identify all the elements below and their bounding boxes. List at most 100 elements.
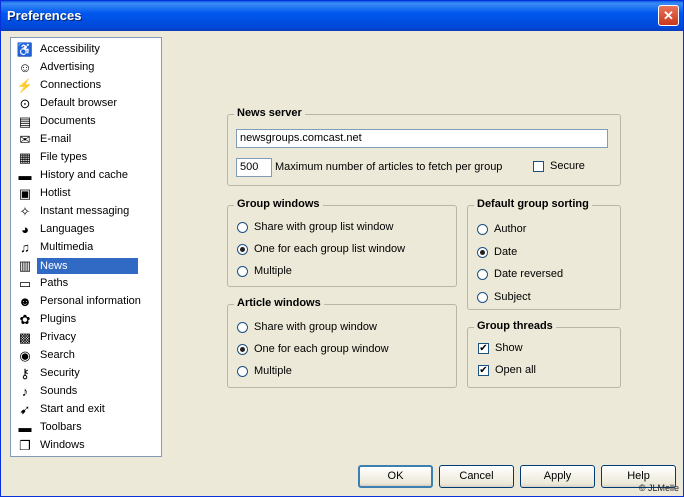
sidebar-item-label: Default browser — [40, 97, 118, 109]
close-button[interactable]: ✕ — [658, 5, 679, 26]
sidebar-item-default-browser[interactable]: ⊙ Default browser — [14, 95, 160, 113]
sidebar-item-sounds[interactable]: ♪ Sounds — [14, 383, 160, 401]
envelope-icon: ✉ — [19, 132, 31, 147]
group-windows-option-label[interactable]: Share with group list window — [254, 221, 393, 233]
document-icon: ▤ — [18, 114, 32, 129]
max-articles-input[interactable]: 500 — [236, 158, 272, 177]
open-all-label[interactable]: Open all — [495, 364, 536, 376]
sidebar-item-label: Multimedia — [40, 241, 94, 253]
news-server-input[interactable]: newsgroups.comcast.net — [236, 129, 608, 148]
hotlist-icon: ▣ — [18, 186, 32, 201]
window-title: Preferences — [7, 8, 82, 23]
sidebar-item-advertising[interactable]: ☺ Advertising — [14, 59, 160, 77]
sidebar-item-label: Advertising — [40, 61, 95, 73]
sidebar-item-label: E-mail — [40, 133, 72, 145]
open-all-checkbox[interactable]: ✔ — [478, 365, 489, 376]
sidebar-item-label: Privacy — [40, 331, 77, 343]
sidebar-item-privacy[interactable]: ▩ Privacy — [14, 329, 160, 347]
group-windows-group: Group windows Share with group list wind… — [227, 198, 457, 287]
disk-icon: ▬ — [18, 168, 32, 183]
messaging-icon: ✧ — [19, 204, 31, 219]
default-sorting-radio-2[interactable] — [477, 269, 488, 280]
plug-icon: ⚡ — [16, 78, 34, 93]
privacy-icon: ▩ — [18, 330, 32, 345]
group-threads-group: Group threads ✔ Show ✔ Open all — [467, 320, 621, 388]
show-threads-label[interactable]: Show — [495, 342, 523, 354]
ok-button[interactable]: OK — [358, 465, 433, 488]
article-windows-radio-0[interactable] — [237, 322, 248, 333]
article-windows-radio-1[interactable] — [237, 344, 248, 355]
sidebar-item-e-mail[interactable]: ✉ E-mail — [14, 131, 160, 149]
sidebar-item-label: File types — [40, 151, 88, 163]
preferences-category-list[interactable]: ♿ Accessibility ☺ Advertising ⚡ Connections ⊙ D… — [10, 37, 162, 457]
wheelchair-icon: ♿ — [16, 42, 34, 57]
sidebar-item-history-and-cache[interactable]: ▬ History and cache — [14, 167, 160, 185]
news-server-title: News server — [234, 107, 305, 119]
group-threads-title: Group threads — [474, 320, 556, 332]
multimedia-icon: ♫ — [20, 240, 30, 255]
sidebar-item-security[interactable]: ⚷ Security — [14, 365, 160, 383]
files-icon: ▦ — [18, 150, 32, 165]
key-icon: ⚷ — [20, 366, 30, 381]
default-sorting-radio-3[interactable] — [477, 291, 488, 303]
sidebar-item-paths[interactable]: ▭ Paths — [14, 275, 160, 293]
folder-icon: ▭ — [18, 276, 32, 291]
secure-label[interactable]: Secure — [550, 160, 585, 172]
sidebar-item-accessibility[interactable]: ♿ Accessibility — [14, 41, 160, 59]
default-sorting-option-label[interactable]: Subject — [494, 291, 531, 303]
apply-button[interactable]: Apply — [520, 465, 595, 488]
sidebar-item-label: Accessibility — [40, 43, 100, 55]
sidebar-item-hotlist[interactable]: ▣ Hotlist — [14, 185, 160, 203]
toolbar-icon: ▬ — [18, 420, 32, 435]
sidebar-item-label: News — [37, 258, 138, 274]
sidebar-item-personal-information[interactable]: ☻ Personal information — [14, 293, 160, 311]
show-threads-checkbox[interactable]: ✔ — [478, 343, 489, 354]
sidebar-item-windows[interactable]: ❐ Windows — [14, 437, 160, 455]
news-icon: ▥ — [18, 258, 32, 273]
smiley-icon: ☺ — [18, 60, 32, 75]
cancel-button[interactable]: Cancel — [439, 465, 514, 488]
default-sorting-option-label[interactable]: Date reversed — [494, 268, 563, 280]
sidebar-item-label: Connections — [40, 79, 102, 91]
default-sorting-option-label[interactable]: Author — [494, 223, 526, 235]
article-windows-radio-2[interactable] — [237, 366, 248, 377]
default-sorting-radio-1[interactable] — [477, 246, 488, 258]
secure-checkbox[interactable] — [533, 161, 544, 172]
sidebar-item-label: Languages — [40, 223, 95, 235]
article-windows-option-label[interactable]: Multiple — [254, 365, 292, 377]
person-icon: ☻ — [18, 294, 32, 309]
article-windows-option-label[interactable]: Share with group window — [254, 321, 377, 333]
start-exit-icon: ➹ — [19, 402, 31, 417]
group-windows-option-label[interactable]: One for each group list window — [254, 243, 405, 255]
sidebar-item-label: Start and exit — [40, 403, 105, 415]
sidebar-item-file-types[interactable]: ▦ File types — [14, 149, 160, 167]
sidebar-item-news[interactable]: ▥ News — [14, 257, 160, 275]
sidebar-item-multimedia[interactable]: ♫ Multimedia — [14, 239, 160, 257]
sidebar-item-label: Documents — [40, 115, 96, 127]
article-windows-option-label[interactable]: One for each group window — [254, 343, 389, 355]
default-sorting-radio-0[interactable] — [477, 224, 488, 235]
speaker-icon: ♪ — [21, 384, 29, 399]
group-windows-radio-2[interactable] — [237, 266, 248, 277]
group-windows-radio-0[interactable] — [237, 222, 248, 233]
news-server-group: News server newsgroups.comcast.net 500 M… — [227, 107, 621, 186]
sidebar-item-start-and-exit[interactable]: ➹ Start and exit — [14, 401, 160, 419]
sidebar-item-documents[interactable]: ▤ Documents — [14, 113, 160, 131]
sidebar-item-connections[interactable]: ⚡ Connections — [14, 77, 160, 95]
sidebar-item-label: Plugins — [40, 313, 77, 325]
sidebar-item-instant-messaging[interactable]: ✧ Instant messaging — [14, 203, 160, 221]
languages-icon: ◕ — [21, 222, 29, 237]
sidebar-item-plugins[interactable]: ✿ Plugins — [14, 311, 160, 329]
sidebar-item-label: Instant messaging — [40, 205, 130, 217]
sidebar-item-toolbars[interactable]: ▬ Toolbars — [14, 419, 160, 437]
sidebar-item-search[interactable]: ◉ Search — [14, 347, 160, 365]
close-icon: ✕ — [663, 8, 674, 23]
sidebar-item-languages[interactable]: ◕ Languages — [14, 221, 160, 239]
title-bar[interactable]: Preferences ✕ — [1, 1, 683, 31]
sidebar-item-label: Search — [40, 349, 75, 361]
default-sorting-group: Default group sorting Author Date Date rev… — [467, 198, 621, 310]
group-windows-radio-1[interactable] — [237, 244, 248, 255]
max-articles-label: Maximum number of articles to fetch per … — [275, 161, 503, 173]
default-sorting-option-label[interactable]: Date — [494, 246, 517, 258]
group-windows-option-label[interactable]: Multiple — [254, 265, 292, 277]
